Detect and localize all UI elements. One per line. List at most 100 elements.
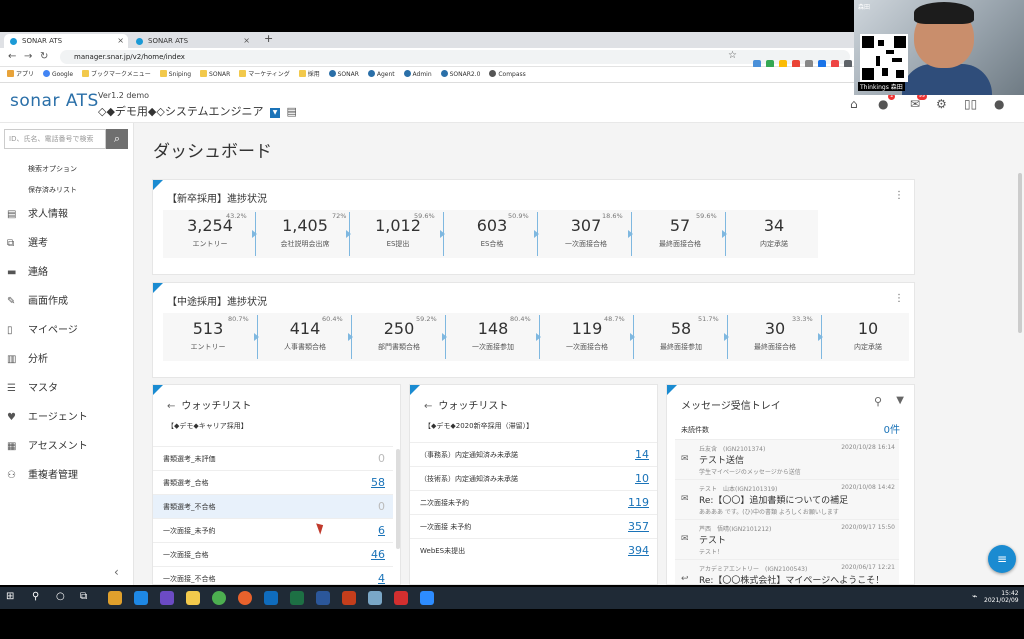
message-icon[interactable]: ✉ 99 <box>910 93 928 111</box>
user-icon[interactable]: ● <box>994 97 1004 111</box>
message-item[interactable]: ↩ アカデミアエントリー (IGN2100543) 2020/06/17 12:… <box>675 559 899 584</box>
funnel-stage[interactable]: 30 最終面接合格 <box>731 319 819 359</box>
list-item-count[interactable]: 0 <box>378 495 385 519</box>
explorer-icon[interactable] <box>186 591 200 605</box>
forward-icon[interactable]: → <box>24 51 32 62</box>
windows-start-icon[interactable]: ⊞ <box>6 591 14 602</box>
browser-tab[interactable]: SONAR ATS × <box>4 34 128 48</box>
chevron-left-icon[interactable]: ‹ <box>114 565 119 579</box>
funnel-stage[interactable]: 3,254 エントリー <box>167 216 253 256</box>
project-selector[interactable]: ◇◆デモ用◆◇システムエンジニア ▼ ▤ <box>98 103 297 119</box>
funnel-stage[interactable]: 603 ES合格 <box>449 216 535 256</box>
bookmark-item[interactable]: Agent <box>367 67 395 82</box>
star-icon[interactable]: ☆ <box>728 50 737 61</box>
list-item[interactable]: 書類選考_未評価 0 <box>153 446 393 470</box>
bookmark-item[interactable]: Admin <box>403 67 432 82</box>
saved-lists-link[interactable]: 保存済みリスト <box>28 185 77 195</box>
back-icon[interactable]: ← <box>8 51 16 62</box>
edge-icon[interactable] <box>134 591 148 605</box>
kebab-menu-icon[interactable]: ⋮ <box>894 190 904 201</box>
teams-icon[interactable] <box>160 591 174 605</box>
user-search-icon[interactable]: ⚲ <box>874 395 882 408</box>
menu-fab-icon[interactable]: ≡ <box>988 545 1016 573</box>
funnel-stage[interactable]: 1,012 ES提出 <box>355 216 441 256</box>
sidebar-item-analytics[interactable]: ▥ 分析 <box>0 345 134 374</box>
message-item[interactable]: ✉ 芦西 悟晴(IGN2101212) 2020/09/17 15:50 テスト… <box>675 519 899 559</box>
bookmark-item[interactable]: Sniping <box>159 67 191 82</box>
list-item-count[interactable]: 10 <box>635 467 649 491</box>
list-item[interactable]: WebES未提出 394 <box>410 538 657 562</box>
funnel-stage[interactable]: 414 人事書類合格 <box>261 319 349 359</box>
funnel-stage[interactable]: 57 最終面接合格 <box>637 216 723 256</box>
page-scrollbar[interactable] <box>1018 173 1022 333</box>
sidebar-item-contact[interactable]: ▬ 連絡 <box>0 258 134 287</box>
list-item-count[interactable]: 4 <box>378 567 385 584</box>
message-item[interactable]: ✉ 丘友含 (IGN2101374) 2020/10/28 16:14 テスト送… <box>675 439 899 479</box>
search-input[interactable]: ID、氏名、電話番号で検索 <box>4 129 106 149</box>
word-icon[interactable] <box>316 591 330 605</box>
funnel-stage[interactable]: 513 エントリー <box>165 319 251 359</box>
message-item[interactable]: ✉ テスト 山本(IGN2101319) 2020/10/08 14:42 Re… <box>675 479 899 519</box>
bookmark-item[interactable]: Google <box>42 67 73 82</box>
funnel-stage[interactable]: 250 部門書類合格 <box>355 319 443 359</box>
list-item[interactable]: （技術系）内定通知済み未承諾 10 <box>410 466 657 490</box>
list-item-count[interactable]: 58 <box>371 471 385 495</box>
sidebar-item-jobs[interactable]: ▤ 求人情報 <box>0 200 134 229</box>
excel-icon[interactable] <box>290 591 304 605</box>
sonar-logo[interactable]: sonar ATS <box>10 91 99 111</box>
bookmark-item[interactable]: 採用 <box>298 67 320 82</box>
clipboard-icon[interactable]: ▤ <box>287 105 297 118</box>
zoom-icon[interactable] <box>420 591 434 605</box>
filter-icon[interactable]: ▼ <box>896 395 904 406</box>
search-options-link[interactable]: 検索オプション <box>28 164 77 174</box>
dropdown-icon[interactable]: ▼ <box>270 108 281 118</box>
list-item-count[interactable]: 394 <box>628 539 649 563</box>
book-icon[interactable]: ▯▯ <box>964 97 977 111</box>
acrobat-icon[interactable] <box>394 591 408 605</box>
new-tab-icon[interactable]: + <box>264 32 273 45</box>
sidebar-item-agent[interactable]: ♥ エージェント <box>0 403 134 432</box>
close-icon[interactable]: × <box>117 34 124 48</box>
browser-tab[interactable]: SONAR ATS × <box>130 34 254 48</box>
sidebar-item-master[interactable]: ☰ マスタ <box>0 374 134 403</box>
list-item[interactable]: （事務系）内定通知済み未承諾 14 <box>410 442 657 466</box>
taskbar-clock[interactable]: 15:42 2021/02/09 <box>984 590 1019 604</box>
list-item-count[interactable]: 119 <box>628 491 649 515</box>
list-item-count[interactable]: 46 <box>371 543 385 567</box>
sidebar-item-selection[interactable]: ⧉ 選考 <box>0 229 134 258</box>
firefox-icon[interactable] <box>238 591 252 605</box>
bookmark-item[interactable]: SONAR <box>200 67 230 82</box>
bookmark-item[interactable]: SONAR <box>328 67 359 82</box>
list-item[interactable]: 一次面接 未予約 357 <box>410 514 657 538</box>
app-icon[interactable] <box>108 591 122 605</box>
list-item-count[interactable]: 0 <box>378 447 385 471</box>
sidebar-item-assessment[interactable]: ▦ アセスメント <box>0 432 134 461</box>
list-item[interactable]: 一次面接_未予約 6 <box>153 518 393 542</box>
bookmark-item[interactable]: マーケティング <box>239 67 290 82</box>
bookmark-item[interactable]: SONAR2.0 <box>440 67 480 82</box>
bookmark-item[interactable]: アプリ <box>7 67 34 82</box>
funnel-stage[interactable]: 34 内定承諾 <box>731 216 817 256</box>
sidebar-item-screen-builder[interactable]: ✎ 画面作成 <box>0 287 134 316</box>
powerpoint-icon[interactable] <box>342 591 356 605</box>
reload-icon[interactable]: ↻ <box>40 51 48 62</box>
search-icon[interactable]: ⌕ <box>106 129 128 149</box>
list-item-count[interactable]: 14 <box>635 443 649 467</box>
list-item-count[interactable]: 357 <box>628 515 649 539</box>
funnel-stage[interactable]: 1,405 会社説明会出席 <box>261 216 349 256</box>
funnel-stage[interactable]: 119 一次面接合格 <box>543 319 631 359</box>
funnel-stage[interactable]: 148 一次面接参加 <box>449 319 537 359</box>
funnel-stage[interactable]: 307 一次面接合格 <box>543 216 629 256</box>
gear-icon[interactable]: ⚙ <box>936 97 947 111</box>
scrollbar[interactable] <box>396 449 400 549</box>
list-item[interactable]: 書類選考_合格 58 <box>153 470 393 494</box>
close-icon[interactable]: × <box>243 34 250 48</box>
list-item[interactable]: 一次面接_合格 46 <box>153 542 393 566</box>
funnel-stage[interactable]: 10 内定承諾 <box>825 319 911 359</box>
list-item[interactable]: 二次面接未予約 119 <box>410 490 657 514</box>
outlook-icon[interactable] <box>264 591 278 605</box>
network-icon[interactable]: ⌁ <box>972 592 977 602</box>
bookmark-item[interactable]: Compass <box>489 67 526 82</box>
back-arrow-icon[interactable]: ← <box>167 401 175 412</box>
chrome-icon[interactable] <box>212 591 226 605</box>
